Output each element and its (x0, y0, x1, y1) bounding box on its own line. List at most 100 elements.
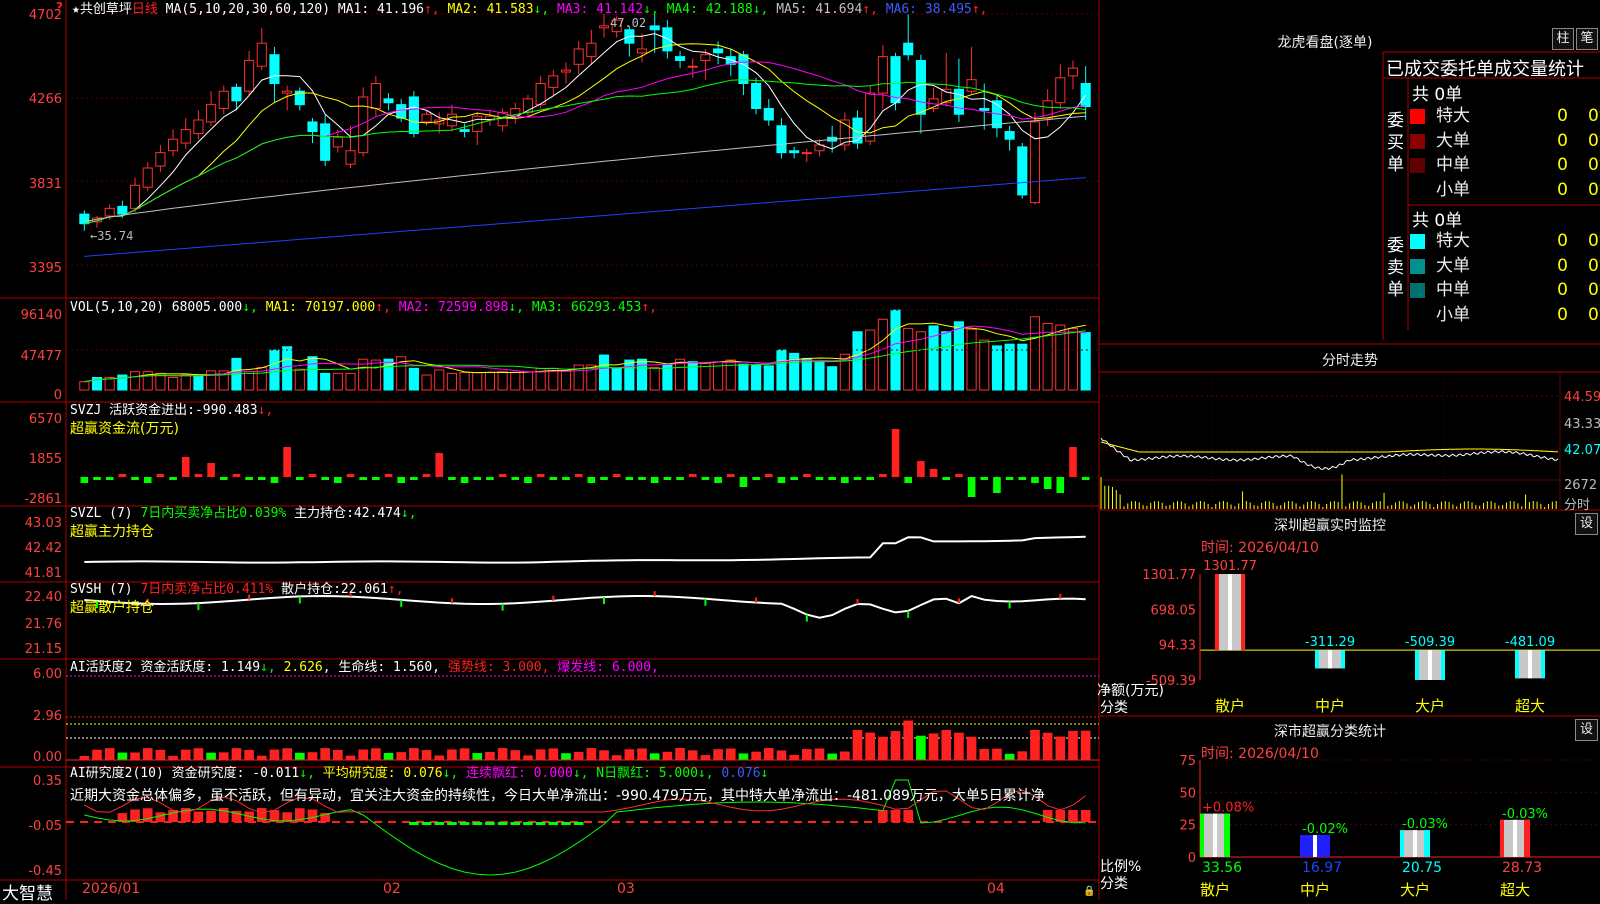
ai1-bar-1 (92, 749, 102, 760)
classify-tick-2: 25 (1179, 819, 1196, 834)
order-row-1[interactable]: 大单 0 0% (1410, 254, 1600, 278)
svzj-bar-32 (486, 477, 494, 480)
ai1-tick-top: 6.00 (33, 667, 62, 682)
order-row-2[interactable]: 中单 0 0% (1410, 153, 1600, 177)
monitor-settings-button[interactable]: 设 (1575, 513, 1598, 535)
ai1-bar-75 (1030, 730, 1040, 760)
low-price-label: ←35.74 (90, 229, 134, 243)
svzj-bar-46 (663, 477, 672, 480)
monitor-bar-2 (1415, 650, 1445, 680)
intraday-tick-low: 42.07 (1564, 443, 1600, 458)
order-label: 中单 (1436, 155, 1470, 175)
legend-arrow-2: ↓, (508, 300, 532, 315)
ai1-bar-6 (155, 749, 166, 760)
svzj-value: -990.483 (194, 403, 258, 418)
svzj-bar-70 (967, 477, 976, 497)
app-logo[interactable]: 大智慧 (2, 879, 53, 904)
vol-legend: VOL(5,10,20) 68005.000↓, MA1: 70197.000↑… (70, 300, 657, 316)
order-swatch (1410, 133, 1425, 149)
order-row-1[interactable]: 大单 0 0% (1410, 129, 1600, 153)
vol-bar-27 (421, 374, 432, 391)
ai1-bar-3 (117, 752, 128, 760)
order-label: 中单 (1436, 280, 1470, 300)
legend-value-4: MA5: 41.694 (776, 2, 863, 17)
svzj-bar-2 (105, 477, 114, 480)
svzj-bar-65 (904, 477, 913, 483)
ai2-neg-27 (421, 822, 432, 825)
vol-bar-10 (206, 370, 217, 391)
candle-body-23 (370, 83, 381, 109)
ai2-neg-32 (485, 822, 495, 825)
ai1-bar-47 (675, 748, 685, 760)
order-row-0[interactable]: 特大 0 0% (1410, 229, 1600, 253)
ai1-bar-5 (142, 748, 153, 760)
ai1-bar-7 (168, 755, 178, 760)
tick-view-button[interactable]: 笔 (1576, 28, 1598, 50)
tab-volume-stats[interactable]: 成交量统计 (1494, 59, 1584, 80)
order-row-0[interactable]: 特大 0 0% (1410, 104, 1600, 128)
order-row-2[interactable]: 中单 0 0% (1410, 278, 1600, 302)
sell-total: 共 0单 (1412, 211, 1463, 231)
monitor-bar-label-2: -509.39 (1405, 635, 1455, 650)
classify-change-1: -0.02% (1302, 822, 1348, 837)
vol-bar-68 (941, 331, 952, 391)
classify-settings-button[interactable]: 设 (1575, 719, 1598, 741)
monitor-bar-hl-1 (1328, 650, 1332, 669)
ai1-bar-76 (1042, 732, 1053, 760)
buy-total: 共 0单 (1412, 85, 1463, 105)
candle-body-20 (332, 136, 343, 148)
classify-tick-3: 0 (1188, 851, 1196, 866)
ai2-bar-10 (206, 810, 216, 822)
monitor-time: 时间: 2026/04/10 (1201, 540, 1319, 556)
candle-body-78 (1067, 67, 1079, 77)
stock-title[interactable]: ★共创草坪 (72, 2, 132, 17)
ai2-name: AI研究度2(10) (70, 766, 164, 781)
order-pct: 0% (1588, 179, 1600, 200)
ai1-bar-30 (459, 748, 470, 760)
svsh-tick-mid: 21.76 (24, 617, 62, 632)
buy-orders-vlabel: 委买单 (1387, 111, 1404, 175)
tab-orders[interactable]: 委托单 (1440, 59, 1494, 80)
classify-tick-0: 75 (1179, 754, 1196, 769)
tab-filled[interactable]: 已成交 (1386, 59, 1440, 80)
candle-body-8 (180, 129, 191, 144)
ma-line-5 (84, 33, 1087, 225)
svzj-bar-47 (676, 477, 684, 480)
legend-value-1: MA1: 70197.000 (265, 300, 376, 315)
vol-bar-28 (434, 369, 445, 391)
intraday-vol-label: 分时 (1564, 498, 1591, 513)
vol-bar-43 (624, 359, 635, 391)
vol-bar-0 (79, 381, 90, 391)
vol-bar-20 (332, 372, 343, 391)
bar-view-button[interactable]: 柱 (1552, 28, 1574, 50)
vol-bar-55 (776, 349, 787, 391)
ai2-bar-5 (142, 808, 153, 822)
vol-bar-44 (636, 358, 648, 391)
vol-tick-top: 96140 (20, 308, 62, 323)
ai1-bar-60 (840, 751, 850, 760)
vol-bar-66 (915, 331, 926, 391)
classify-tick-1: 50 (1179, 786, 1196, 801)
intraday-avg-line (1100, 441, 1559, 453)
candle-body-5 (142, 167, 153, 188)
intraday-tick-top: 44.59 (1564, 390, 1600, 405)
vol-bar-72 (991, 345, 1003, 391)
ai2-neg-33 (497, 822, 508, 825)
vol-bar-58 (814, 362, 825, 391)
period-label[interactable]: 日线 (132, 2, 158, 17)
svzj-bar-77 (1056, 477, 1065, 493)
svzj-label: 活跃资金进出: (109, 403, 195, 418)
ai2-bar-9 (193, 811, 204, 822)
order-row-3[interactable]: 小单 0 0% (1410, 178, 1600, 202)
high-price-label: 47.02 (610, 16, 647, 30)
order-row-3[interactable]: 小单 0 0% (1410, 303, 1600, 327)
candle-body-70 (966, 79, 977, 92)
ai1-bar-22 (358, 749, 369, 760)
lock-icon[interactable]: 🔒 (1083, 886, 1095, 897)
question-icon[interactable]: ? (56, 0, 63, 14)
monitor-cat-3: 超大 (1515, 697, 1545, 715)
monitor-bar-edge-r-2 (1441, 650, 1445, 680)
order-count: 0 (1557, 231, 1568, 251)
svzj-bar-35 (524, 477, 532, 483)
ai1-bar-16 (282, 748, 292, 760)
